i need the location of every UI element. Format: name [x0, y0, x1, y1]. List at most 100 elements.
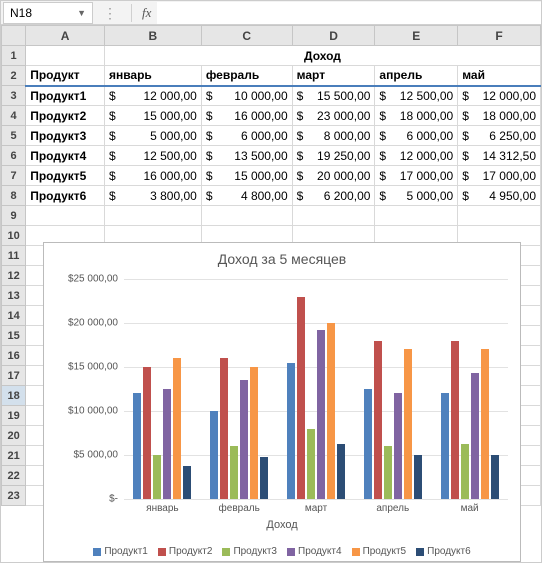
- cell-E7[interactable]: $17 000,00: [375, 166, 458, 186]
- cell-F4[interactable]: $18 000,00: [458, 106, 541, 126]
- chart-bar: [364, 389, 372, 499]
- cell-C3[interactable]: $10 000,00: [201, 86, 292, 106]
- cell-D2[interactable]: март: [292, 66, 375, 86]
- fx-icon[interactable]: fx: [136, 5, 157, 21]
- cell-B6[interactable]: $12 500,00: [104, 146, 201, 166]
- row-header-23[interactable]: 23: [2, 486, 26, 506]
- chevron-down-icon[interactable]: ▼: [77, 8, 86, 18]
- chart-bar: [220, 358, 228, 499]
- cell-F9[interactable]: [458, 206, 541, 226]
- cell-B9[interactable]: [104, 206, 201, 226]
- cell-D3[interactable]: $15 500,00: [292, 86, 375, 106]
- row-header-10[interactable]: 10: [2, 226, 26, 246]
- column-header-F[interactable]: F: [458, 26, 541, 46]
- cell-F3[interactable]: $12 000,00: [458, 86, 541, 106]
- row-header-3[interactable]: 3: [2, 86, 26, 106]
- chart-legend: Продукт1Продукт2Продукт3Продукт4Продукт5…: [44, 546, 520, 557]
- row-header-17[interactable]: 17: [2, 366, 26, 386]
- chart-x-tick: январь: [124, 499, 201, 514]
- row-header-1[interactable]: 1: [2, 46, 26, 66]
- cell-A8[interactable]: Продукт6: [26, 186, 105, 206]
- cell-E6[interactable]: $12 000,00: [375, 146, 458, 166]
- cell-D8[interactable]: $6 200,00: [292, 186, 375, 206]
- chart-y-tick: $20 000,00: [68, 318, 118, 329]
- formula-input[interactable]: [157, 2, 541, 24]
- row-header-9[interactable]: 9: [2, 206, 26, 226]
- row-header-15[interactable]: 15: [2, 326, 26, 346]
- cell-D7[interactable]: $20 000,00: [292, 166, 375, 186]
- row-header-4[interactable]: 4: [2, 106, 26, 126]
- chart-bar: [260, 457, 268, 499]
- cell-B4[interactable]: $15 000,00: [104, 106, 201, 126]
- row-header-13[interactable]: 13: [2, 286, 26, 306]
- row-header-14[interactable]: 14: [2, 306, 26, 326]
- column-header-A[interactable]: A: [26, 26, 105, 46]
- cell-E9[interactable]: [375, 206, 458, 226]
- cell-D4[interactable]: $23 000,00: [292, 106, 375, 126]
- cell-F6[interactable]: $14 312,50: [458, 146, 541, 166]
- row-header-18[interactable]: 18: [2, 386, 26, 406]
- cell-E2[interactable]: апрель: [375, 66, 458, 86]
- cell-F2[interactable]: май: [458, 66, 541, 86]
- cell-A5[interactable]: Продукт3: [26, 126, 105, 146]
- chart-x-tick: февраль: [201, 499, 278, 514]
- cell-title[interactable]: Доход: [104, 46, 540, 66]
- cell-A6[interactable]: Продукт4: [26, 146, 105, 166]
- row-header-19[interactable]: 19: [2, 406, 26, 426]
- cell-D5[interactable]: $8 000,00: [292, 126, 375, 146]
- cell-F8[interactable]: $4 950,00: [458, 186, 541, 206]
- column-header-C[interactable]: C: [201, 26, 292, 46]
- cell-F5[interactable]: $6 250,00: [458, 126, 541, 146]
- resize-handle-icon[interactable]: ⋮: [95, 10, 127, 16]
- column-header-B[interactable]: B: [104, 26, 201, 46]
- cell-D6[interactable]: $19 250,00: [292, 146, 375, 166]
- cell-E8[interactable]: $5 000,00: [375, 186, 458, 206]
- row-header-2[interactable]: 2: [2, 66, 26, 86]
- row-header-5[interactable]: 5: [2, 126, 26, 146]
- cell-E3[interactable]: $12 500,00: [375, 86, 458, 106]
- cell-B5[interactable]: $5 000,00: [104, 126, 201, 146]
- row-header-16[interactable]: 16: [2, 346, 26, 366]
- chart-bar: [173, 358, 181, 499]
- cell-A3[interactable]: Продукт1: [26, 86, 105, 106]
- row-header-8[interactable]: 8: [2, 186, 26, 206]
- cell-C9[interactable]: [201, 206, 292, 226]
- row-header-22[interactable]: 22: [2, 466, 26, 486]
- cell-E5[interactable]: $6 000,00: [375, 126, 458, 146]
- column-header-E[interactable]: E: [375, 26, 458, 46]
- cell-D9[interactable]: [292, 206, 375, 226]
- row-header-12[interactable]: 12: [2, 266, 26, 286]
- chart-bar: [394, 393, 402, 499]
- row-header-21[interactable]: 21: [2, 446, 26, 466]
- cell-A9[interactable]: [26, 206, 105, 226]
- spreadsheet-grid[interactable]: ABCDEF 1 Доход 2Продуктянварьфевральмартапр…: [1, 25, 541, 506]
- row-header-11[interactable]: 11: [2, 246, 26, 266]
- cell-C7[interactable]: $15 000,00: [201, 166, 292, 186]
- cell-C6[interactable]: $13 500,00: [201, 146, 292, 166]
- cell-C8[interactable]: $4 800,00: [201, 186, 292, 206]
- cell-C4[interactable]: $16 000,00: [201, 106, 292, 126]
- cell-A2[interactable]: Продукт: [26, 66, 105, 86]
- cell-B2[interactable]: январь: [104, 66, 201, 86]
- name-box[interactable]: N18 ▼: [3, 2, 93, 24]
- cell-B8[interactable]: $3 800,00: [104, 186, 201, 206]
- name-box-value: N18: [10, 6, 32, 20]
- cell-A1[interactable]: [26, 46, 105, 66]
- cell-B3[interactable]: $12 000,00: [104, 86, 201, 106]
- cell-A7[interactable]: Продукт5: [26, 166, 105, 186]
- cell-B7[interactable]: $16 000,00: [104, 166, 201, 186]
- chart-y-tick: $10 000,00: [68, 406, 118, 417]
- select-all-corner[interactable]: [2, 26, 26, 46]
- cell-C2[interactable]: февраль: [201, 66, 292, 86]
- row-header-20[interactable]: 20: [2, 426, 26, 446]
- cell-F7[interactable]: $17 000,00: [458, 166, 541, 186]
- column-header-D[interactable]: D: [292, 26, 375, 46]
- row-header-7[interactable]: 7: [2, 166, 26, 186]
- row-header-6[interactable]: 6: [2, 146, 26, 166]
- chart-y-tick: $25 000,00: [68, 274, 118, 285]
- cell-C5[interactable]: $6 000,00: [201, 126, 292, 146]
- cell-A4[interactable]: Продукт2: [26, 106, 105, 126]
- embedded-chart[interactable]: Доход за 5 месяцев $-$5 000,00$10 000,00…: [43, 242, 521, 562]
- chart-bar: [491, 455, 499, 499]
- cell-E4[interactable]: $18 000,00: [375, 106, 458, 126]
